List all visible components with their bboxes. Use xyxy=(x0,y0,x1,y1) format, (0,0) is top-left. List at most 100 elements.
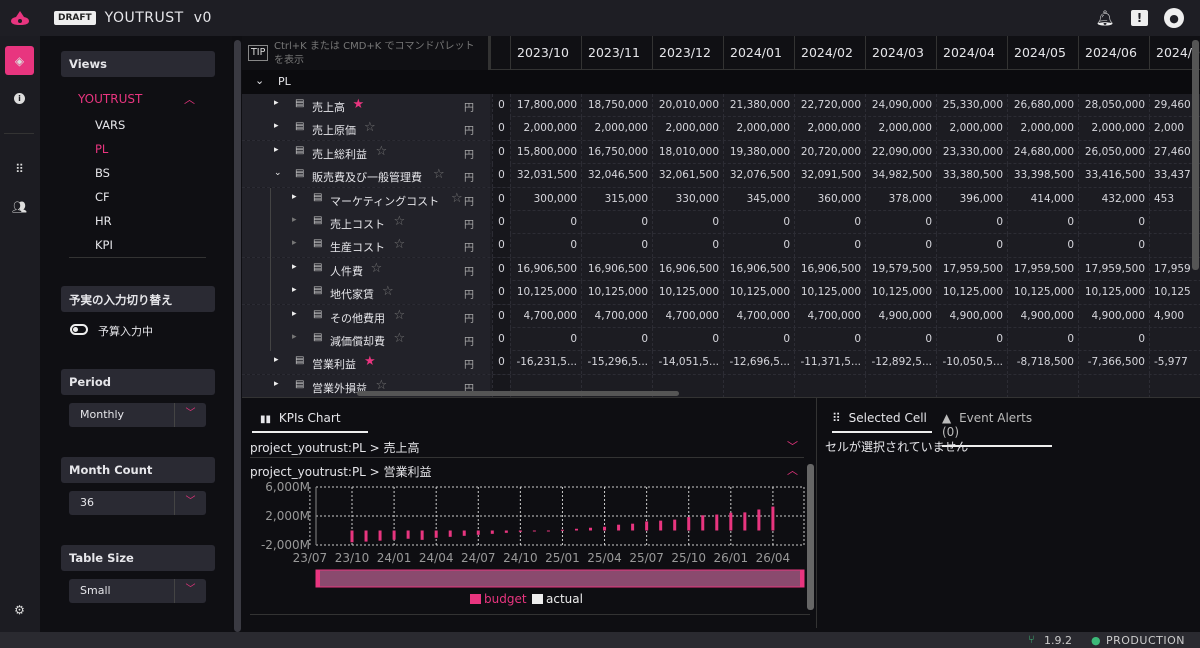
star-outline-icon[interactable]: ☆ xyxy=(371,261,383,276)
column-header[interactable]: 2024/06 xyxy=(1078,36,1149,70)
caret-right-icon[interactable]: ▸ xyxy=(292,262,297,272)
value-cell[interactable]: 28,050,000 xyxy=(1078,94,1149,117)
value-cell[interactable]: 18,010,000 xyxy=(652,140,723,164)
budget-bar[interactable] xyxy=(603,526,607,531)
value-cell[interactable]: 10,125,000 xyxy=(510,281,581,305)
value-cell[interactable]: 2,000,000 xyxy=(1007,117,1078,141)
prior-value-cell[interactable]: 0 xyxy=(492,281,510,305)
value-cell[interactable] xyxy=(794,374,865,397)
value-cell[interactable]: 16,906,500 xyxy=(723,257,794,281)
value-cell[interactable]: 0 xyxy=(510,211,581,234)
value-cell[interactable]: 10,125,000 xyxy=(1007,281,1078,305)
budget-bar[interactable] xyxy=(504,530,508,533)
month-count-select[interactable]: 36 ﹀ xyxy=(69,491,206,515)
settings-icon[interactable]: ⚙ xyxy=(5,595,34,624)
column-header[interactable]: 2024/04 xyxy=(936,36,1007,70)
column-header[interactable]: 2024/01 xyxy=(723,36,794,70)
period-select[interactable]: Monthly ﹀ xyxy=(69,403,206,427)
budget-bar[interactable] xyxy=(560,529,564,531)
value-cell[interactable]: 33,398,500 xyxy=(1007,164,1078,188)
prior-value-cell[interactable]: 0 xyxy=(492,351,510,375)
star-filled-icon[interactable]: ★ xyxy=(364,354,376,369)
column-header[interactable]: 2024/02 xyxy=(794,36,865,70)
value-cell[interactable]: 10,125,000 xyxy=(581,281,652,305)
budget-bar[interactable] xyxy=(701,515,705,531)
star-outline-icon[interactable]: ☆ xyxy=(394,237,406,252)
budget-bar[interactable] xyxy=(434,530,438,538)
project-tree-item[interactable]: YOUTRUST xyxy=(78,92,142,106)
sidebar-scrollbar[interactable] xyxy=(234,40,241,632)
value-cell[interactable]: 0 xyxy=(581,234,652,258)
value-cell[interactable]: 378,000 xyxy=(865,187,936,211)
caret-right-icon[interactable]: ▸ xyxy=(274,98,279,108)
value-cell[interactable]: 34,982,500 xyxy=(865,164,936,188)
value-cell[interactable]: 0 xyxy=(723,234,794,258)
value-cell[interactable]: 4,700,000 xyxy=(794,304,865,328)
prior-value-cell[interactable]: 0 xyxy=(492,187,510,211)
value-cell[interactable]: 22,090,000 xyxy=(865,140,936,164)
caret-right-icon[interactable]: ▸ xyxy=(292,192,297,202)
value-cell[interactable] xyxy=(865,374,936,397)
budget-bar[interactable] xyxy=(715,514,719,531)
value-cell[interactable]: 0 xyxy=(794,234,865,258)
value-cell[interactable]: 0 xyxy=(1078,211,1149,234)
accordion-sales[interactable]: project_youtrust:PL > 売上高 ﹀ xyxy=(250,435,804,458)
budget-bar[interactable] xyxy=(378,530,382,541)
view-item-pl[interactable]: PL xyxy=(95,142,108,156)
value-cell[interactable]: 32,061,500 xyxy=(652,164,723,188)
prior-value-cell[interactable]: 0 xyxy=(492,94,510,117)
prior-value-cell[interactable]: 0 xyxy=(492,304,510,328)
value-cell[interactable]: 2,000,000 xyxy=(652,117,723,141)
value-cell[interactable]: 22,720,000 xyxy=(794,94,865,117)
value-cell[interactable]: 17,959,500 xyxy=(936,257,1007,281)
value-cell[interactable]: -11,371,5... xyxy=(794,351,865,375)
value-cell[interactable]: 20,720,000 xyxy=(794,140,865,164)
value-cell[interactable]: 0 xyxy=(936,234,1007,258)
value-cell[interactable]: 0 xyxy=(510,328,581,351)
caret-right-icon[interactable]: ▸ xyxy=(292,332,297,342)
budget-bar[interactable] xyxy=(631,523,635,531)
table-row[interactable]: ▸ ▤ その他費用 ☆ 円 0 4,700,000 4,700,000 4,700,000 4,7… xyxy=(242,304,1200,329)
value-cell[interactable]: 17,800,000 xyxy=(510,94,581,117)
value-cell[interactable]: 4,700,000 xyxy=(510,304,581,328)
column-header[interactable]: 2024/03 xyxy=(865,36,936,70)
value-cell[interactable]: -12,696,5... xyxy=(723,351,794,375)
value-cell[interactable]: -15,296,5... xyxy=(581,351,652,375)
table-row[interactable]: ▸ ▤ 人件費 ☆ 円 0 16,906,500 16,906,500 16,906,500 16… xyxy=(242,257,1200,282)
value-cell[interactable]: 24,680,000 xyxy=(1007,140,1078,164)
value-cell[interactable] xyxy=(936,374,1007,397)
caret-right-icon[interactable]: ▸ xyxy=(292,309,297,319)
view-item-vars[interactable]: VARS xyxy=(95,118,125,132)
budget-bar[interactable] xyxy=(462,530,466,536)
value-cell[interactable]: -7,366,500 xyxy=(1078,351,1149,375)
value-cell[interactable]: 10,125,000 xyxy=(794,281,865,305)
value-cell[interactable]: 0 xyxy=(1078,328,1149,351)
value-cell[interactable]: 2,000,000 xyxy=(510,117,581,141)
star-outline-icon[interactable]: ☆ xyxy=(451,191,463,206)
range-slider-right-handle[interactable] xyxy=(800,570,804,587)
column-header[interactable]: 2023/12 xyxy=(652,36,723,70)
star-outline-icon[interactable]: ☆ xyxy=(394,308,406,323)
budget-bar[interactable] xyxy=(645,521,649,531)
value-cell[interactable]: 414,000 xyxy=(1007,187,1078,211)
value-cell[interactable]: 4,700,000 xyxy=(581,304,652,328)
prior-value-cell[interactable]: 0 xyxy=(492,257,510,281)
value-cell[interactable]: 32,031,500 xyxy=(510,164,581,188)
caret-right-icon[interactable]: ▸ xyxy=(274,355,279,365)
legend-label[interactable]: actual xyxy=(546,592,583,606)
budget-bar[interactable] xyxy=(659,520,663,531)
value-cell[interactable]: 0 xyxy=(1007,211,1078,234)
table-row[interactable]: ▸ ▤ 営業利益 ★ 円 0 -16,231,5... -15,296,5... -14,051… xyxy=(242,351,1200,375)
value-cell[interactable]: 16,906,500 xyxy=(510,257,581,281)
value-cell[interactable]: 32,091,500 xyxy=(794,164,865,188)
table-row[interactable]: ▸ ▤ 地代家賃 ☆ 円 0 10,125,000 10,125,000 10,125,000 1… xyxy=(242,281,1200,306)
caret-right-icon[interactable]: ▸ xyxy=(292,285,297,295)
value-cell[interactable]: 32,046,500 xyxy=(581,164,652,188)
legend-swatch[interactable] xyxy=(532,594,543,604)
value-cell[interactable]: 2,000,000 xyxy=(1078,117,1149,141)
budget-bar[interactable] xyxy=(743,512,747,531)
view-item-hr[interactable]: HR xyxy=(95,214,112,228)
chevron-up-icon[interactable]: ︿ xyxy=(184,91,195,107)
value-cell[interactable]: 0 xyxy=(1007,328,1078,351)
value-cell[interactable]: 0 xyxy=(723,211,794,234)
